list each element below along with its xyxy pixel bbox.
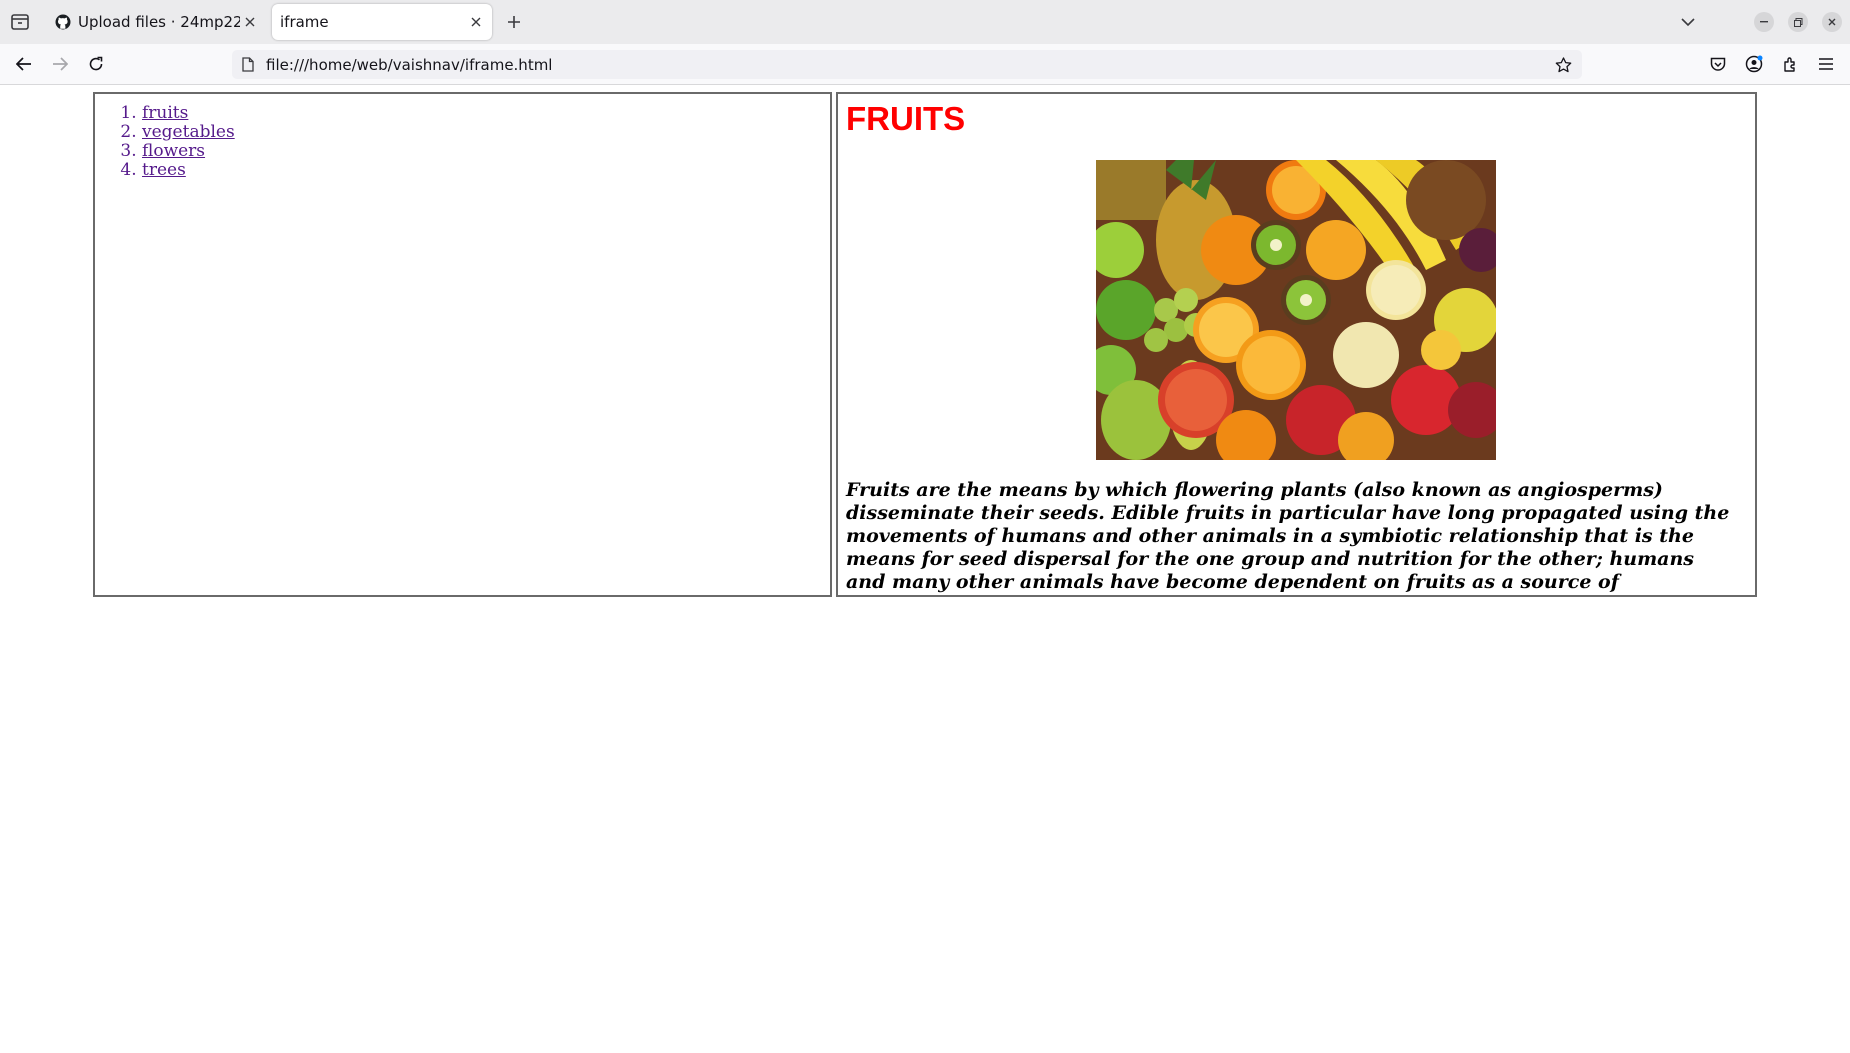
address-bar[interactable]: file:///home/web/vaishnav/iframe.html bbox=[232, 50, 1582, 79]
github-icon bbox=[54, 13, 72, 31]
star-icon[interactable] bbox=[1552, 54, 1574, 76]
reload-icon[interactable] bbox=[84, 52, 108, 76]
minimize-icon[interactable] bbox=[1754, 12, 1774, 32]
page-heading: FRUITS bbox=[846, 100, 966, 137]
tab-title: iframe bbox=[280, 13, 329, 31]
close-window-icon[interactable] bbox=[1822, 12, 1842, 32]
plus-icon[interactable] bbox=[502, 10, 526, 34]
flowers-link[interactable]: flowers bbox=[142, 141, 205, 161]
fruits-image bbox=[1096, 160, 1496, 460]
list-item: fruits bbox=[142, 104, 235, 123]
back-arrow-icon[interactable] bbox=[12, 52, 36, 76]
account-icon[interactable] bbox=[1742, 52, 1766, 76]
vegetables-link[interactable]: vegetables bbox=[142, 122, 235, 142]
category-list: fruits vegetables flowers trees bbox=[95, 104, 235, 180]
list-item: flowers bbox=[142, 142, 235, 161]
list-item: trees bbox=[142, 161, 235, 180]
navigation-frame: fruits vegetables flowers trees bbox=[93, 92, 832, 597]
trees-link[interactable]: trees bbox=[142, 160, 186, 180]
fruits-link[interactable]: fruits bbox=[142, 103, 188, 123]
hamburger-menu-icon[interactable] bbox=[1814, 52, 1838, 76]
tab-title: Upload files · 24mp2285/ bbox=[78, 13, 240, 31]
pocket-icon[interactable] bbox=[1706, 52, 1730, 76]
tab-iframe[interactable]: iframe bbox=[272, 4, 492, 40]
content-frame: FRUITS Fruits are the means by which flo… bbox=[836, 92, 1757, 597]
close-tab-icon[interactable] bbox=[466, 12, 486, 32]
tab-upload-files[interactable]: Upload files · 24mp2285/ bbox=[44, 4, 266, 40]
close-tab-icon[interactable] bbox=[240, 12, 260, 32]
extensions-icon[interactable] bbox=[1778, 52, 1802, 76]
tab-list-icon[interactable] bbox=[8, 10, 32, 34]
navigation-toolbar: file:///home/web/vaishnav/iframe.html bbox=[0, 44, 1850, 85]
fruits-description: Fruits are the means by which flowering … bbox=[846, 479, 1730, 593]
tab-strip: Upload files · 24mp2285/ iframe bbox=[0, 0, 1850, 44]
url-text[interactable]: file:///home/web/vaishnav/iframe.html bbox=[266, 56, 1552, 74]
restore-icon[interactable] bbox=[1788, 12, 1808, 32]
list-item: vegetables bbox=[142, 123, 235, 142]
forward-arrow-icon[interactable] bbox=[48, 52, 72, 76]
chevron-down-icon[interactable] bbox=[1676, 10, 1700, 34]
page-icon bbox=[238, 55, 258, 75]
